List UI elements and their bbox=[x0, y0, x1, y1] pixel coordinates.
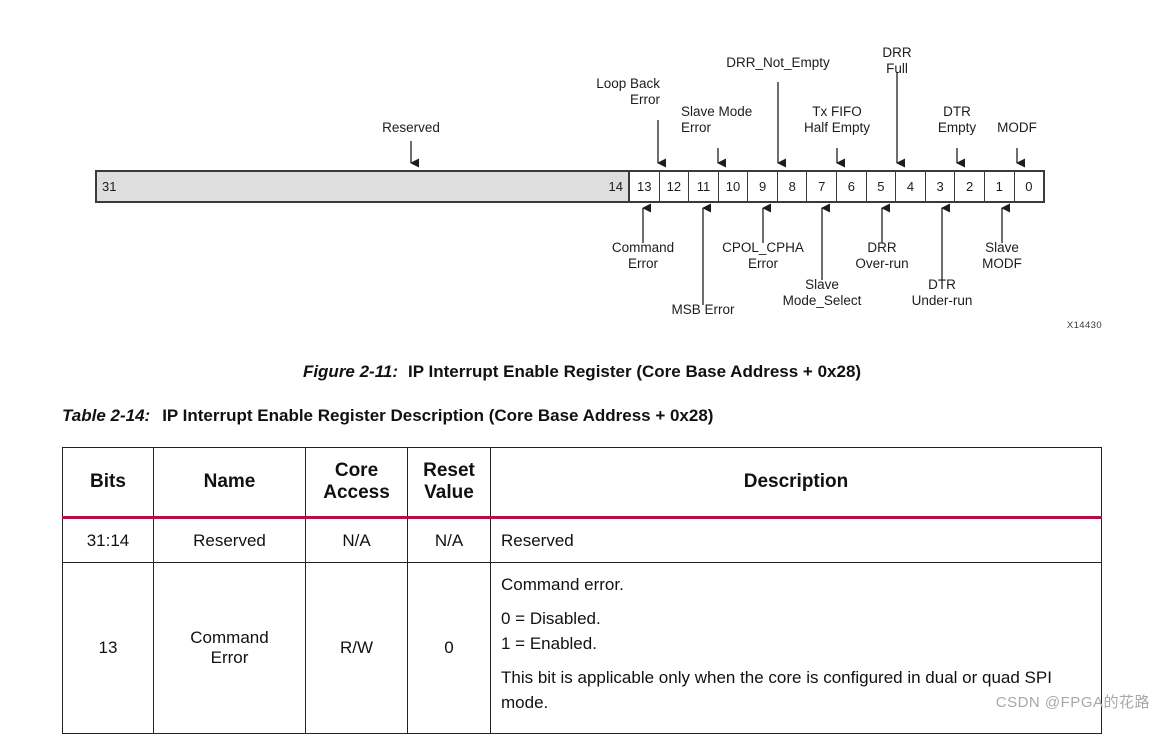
cell-reset-value: 0 bbox=[407, 562, 491, 734]
column-header-description: Description bbox=[490, 447, 1102, 519]
figure-caption-title: IP Interrupt Enable Register (Core Base … bbox=[408, 362, 862, 381]
column-header-reset-value: Reset Value bbox=[407, 447, 491, 519]
bit-cell-10: 10 bbox=[718, 172, 749, 201]
table-caption-number: Table 2-14: bbox=[62, 406, 151, 425]
figure-id-tag: X14430 bbox=[1066, 320, 1102, 331]
cell-bits: 31:14 bbox=[62, 517, 154, 563]
table-caption: Table 2-14: IP Interrupt Enable Register … bbox=[62, 406, 713, 426]
bit-cell-2: 2 bbox=[955, 172, 985, 201]
cell-name-line1: Command bbox=[190, 628, 269, 647]
table-row: 31:14 Reserved N/A N/A Reserved bbox=[62, 517, 1102, 563]
reset-value-line2: Value bbox=[424, 482, 474, 503]
label-modf: MODF bbox=[997, 120, 1037, 135]
label-drr-not-empty: DRR_Not_Empty bbox=[726, 55, 830, 70]
register-high-bit: 31 bbox=[102, 179, 117, 194]
cell-name: Command Error bbox=[153, 562, 306, 734]
label-tx-fifo-half-empty: Tx FIFO Half Empty bbox=[803, 104, 871, 135]
label-cpol-cpha-error: CPOL_CPHA Error bbox=[722, 240, 804, 271]
label-reserved: Reserved bbox=[382, 120, 440, 135]
label-command-error: Command Error bbox=[611, 240, 675, 271]
desc-paragraph-1: Command error. bbox=[501, 575, 624, 594]
register-low-bit: 14 bbox=[608, 179, 623, 194]
bit-cell-12: 12 bbox=[659, 172, 690, 201]
bit-cell-13: 13 bbox=[630, 172, 660, 201]
core-access-line2: Access bbox=[323, 482, 390, 503]
bit-cell-5: 5 bbox=[866, 172, 897, 201]
register-description-table: Bits Name Core Access Reset Value Descri… bbox=[62, 447, 1102, 734]
bit-cell-11: 11 bbox=[689, 172, 719, 201]
bit-cell-0: 0 bbox=[1014, 172, 1044, 201]
desc-paragraph-2: 0 = Disabled. bbox=[501, 609, 601, 628]
cell-name: Reserved bbox=[153, 517, 306, 563]
label-loop-back-error: Loop Back Error bbox=[596, 76, 660, 107]
figure-caption-number: Figure 2-11: bbox=[302, 362, 399, 381]
bit-cell-9: 9 bbox=[748, 172, 778, 201]
label-slave-modf: Slave MODF bbox=[982, 240, 1022, 271]
cell-core-access: R/W bbox=[305, 562, 408, 734]
register-bit-field: 31 14 13 12 11 10 9 8 7 6 5 4 3 2 1 0 bbox=[95, 170, 1045, 203]
bit-cell-4: 4 bbox=[896, 172, 926, 201]
bit-cell-7: 7 bbox=[807, 172, 838, 201]
label-slave-mode-error: Slave Mode Error bbox=[681, 104, 753, 135]
table-caption-title: IP Interrupt Enable Register Description… bbox=[162, 406, 714, 425]
bit-cell-3: 3 bbox=[925, 172, 956, 201]
register-figure: Reserved Loop Back Error Slave Mode Erro… bbox=[0, 0, 1164, 345]
bit-cell-1: 1 bbox=[984, 172, 1015, 201]
cell-core-access: N/A bbox=[305, 517, 408, 563]
register-reserved-field: 31 14 bbox=[97, 172, 630, 201]
label-slave-mode-select: Slave Mode_Select bbox=[782, 277, 862, 308]
cell-bits: 13 bbox=[62, 562, 154, 734]
column-header-name: Name bbox=[153, 447, 306, 519]
column-header-bits: Bits bbox=[62, 447, 154, 519]
bit-cell-8: 8 bbox=[777, 172, 808, 201]
cell-name-line2: Error bbox=[210, 648, 249, 667]
reset-value-line1: Reset bbox=[423, 460, 475, 481]
cell-reset-value: N/A bbox=[407, 517, 491, 563]
core-access-line1: Core bbox=[334, 460, 379, 481]
label-drr-over-run: DRR Over-run bbox=[855, 240, 909, 271]
label-drr-full: DRR Full bbox=[882, 45, 912, 76]
table-header-row: Bits Name Core Access Reset Value Descri… bbox=[62, 447, 1102, 519]
watermark: CSDN @FPGA的花路 bbox=[995, 694, 1150, 711]
bit-cell-6: 6 bbox=[837, 172, 867, 201]
column-header-core-access: Core Access bbox=[305, 447, 408, 519]
desc-paragraph-3: 1 = Enabled. bbox=[501, 634, 597, 653]
label-dtr-under-run: DTR Under-run bbox=[911, 277, 973, 308]
cell-description: Reserved bbox=[490, 517, 1102, 563]
label-msb-error: MSB Error bbox=[671, 302, 735, 317]
figure-caption: Figure 2-11: IP Interrupt Enable Register… bbox=[0, 362, 1164, 382]
table-row: 13 Command Error R/W 0 Command error. 0 … bbox=[62, 562, 1102, 734]
